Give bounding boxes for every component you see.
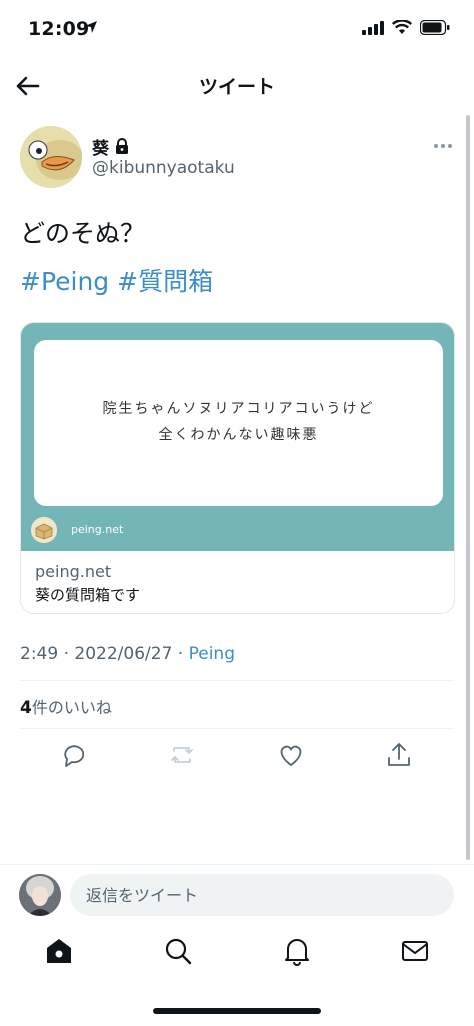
question-text: 院生ちゃんソヌリアコリアコいうけど: [102, 401, 375, 417]
tweet-meta: 2:49 · 2022/06/27 · Peing: [20, 644, 235, 664]
tweet-actions: [0, 740, 474, 774]
hashtag-link[interactable]: #Peing: [20, 267, 109, 296]
tweet-text: どのそぬ？: [20, 219, 146, 248]
likes-label: 件のいいね: [31, 698, 112, 717]
box-logo-icon: [31, 517, 57, 543]
share-icon[interactable]: [384, 740, 414, 770]
heart-icon[interactable]: [276, 740, 306, 770]
divider: [20, 680, 454, 681]
location-icon: [85, 21, 97, 33]
home-icon[interactable]: [42, 934, 76, 968]
search-icon[interactable]: [161, 934, 195, 968]
question-text: 全くわかんない趣味悪: [158, 427, 319, 443]
divider: [20, 728, 454, 729]
tweet-source-link[interactable]: Peing: [189, 644, 235, 664]
tab-bar: [0, 926, 474, 986]
question-panel: 院生ちゃんソヌリアコリアコいうけど 全くわかんない趣味悪: [34, 340, 443, 506]
signal-icon: [362, 20, 384, 35]
page-title: ツイート: [198, 76, 275, 98]
hashtags: #Peing #質問箱: [20, 262, 213, 298]
status-bar: 12:09: [0, 0, 474, 60]
reply-input[interactable]: [70, 874, 454, 916]
link-card[interactable]: 院生ちゃんソヌリアコリアコいうけど 全くわかんない趣味悪 peing.net p…: [20, 322, 455, 614]
author-name[interactable]: 葵: [92, 134, 109, 159]
wifi-icon: [392, 20, 412, 34]
header: ツイート: [0, 60, 474, 112]
likes-count[interactable]: 4件のいいね: [20, 694, 112, 718]
likes-number: 4: [20, 698, 32, 718]
author-handle[interactable]: @kibunnyaotaku: [92, 158, 235, 178]
battery-icon: [420, 20, 450, 35]
meta-separator: ·: [58, 644, 75, 664]
status-time: 12:09: [28, 18, 90, 40]
tweet-date: 2022/06/27: [74, 644, 173, 664]
card-description: 葵の質問箱です: [35, 586, 141, 604]
retweet-icon[interactable]: [167, 740, 197, 770]
tweet-time: 2:49: [20, 644, 59, 664]
bell-icon[interactable]: [280, 934, 314, 968]
reply-icon[interactable]: [59, 740, 89, 770]
hashtag-link[interactable]: #質問箱: [117, 267, 213, 296]
lock-icon: [116, 138, 128, 154]
duck-avatar-image: [20, 126, 82, 188]
reply-bar: [0, 864, 474, 925]
card-domain: peing.net: [35, 562, 112, 581]
author-avatar[interactable]: [20, 126, 82, 188]
more-dots-icon[interactable]: [433, 142, 453, 150]
home-indicator[interactable]: [153, 1008, 321, 1014]
current-user-avatar[interactable]: [19, 874, 61, 916]
card-image: 院生ちゃんソヌリアコリアコいうけど 全くわかんない趣味悪 peing.net: [21, 323, 454, 551]
card-site-label: peing.net: [71, 523, 124, 536]
envelope-icon[interactable]: [398, 934, 432, 968]
meta-separator: ·: [172, 644, 189, 664]
